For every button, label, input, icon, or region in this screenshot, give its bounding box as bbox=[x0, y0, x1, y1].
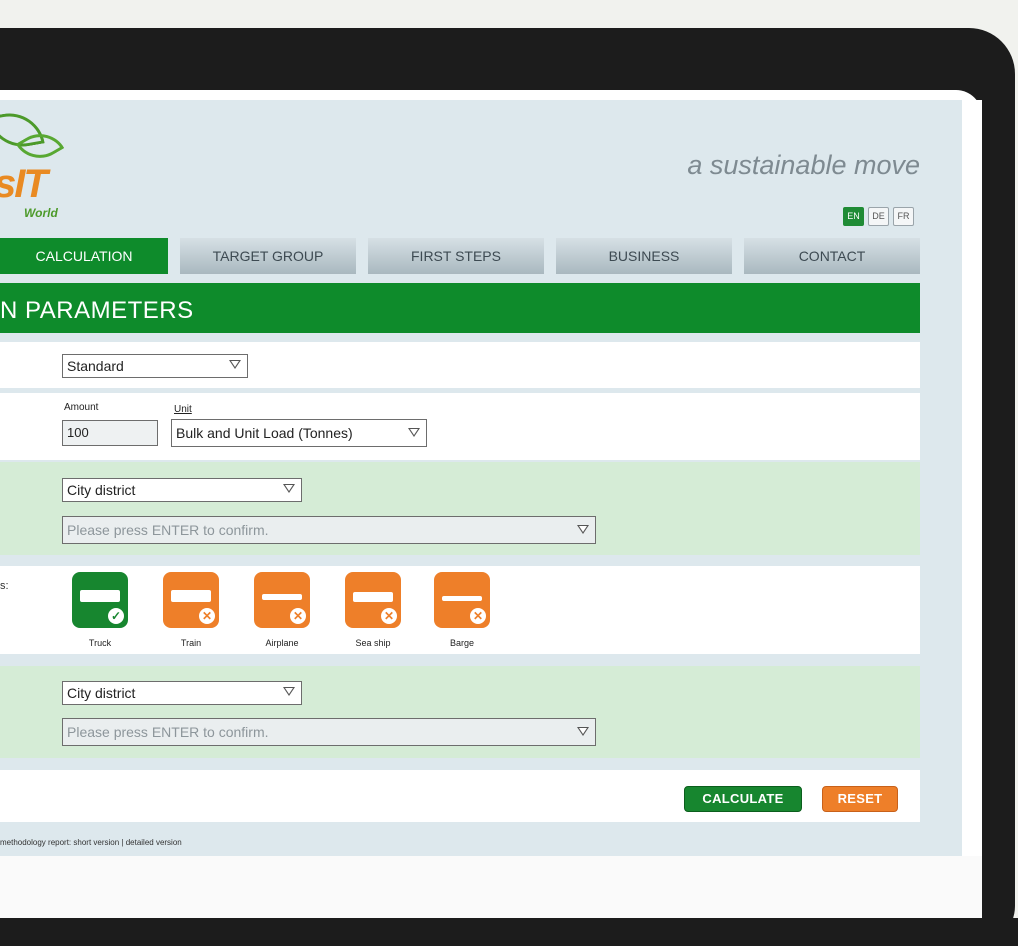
destination-type-value: City district bbox=[67, 685, 136, 701]
destination-location-select[interactable]: Please press ENTER to confirm. bbox=[62, 718, 596, 746]
mode-barge[interactable]: ✕ bbox=[434, 572, 490, 628]
destination-type-select[interactable]: City district bbox=[62, 681, 302, 705]
unit-select-value: Bulk and Unit Load (Tonnes) bbox=[176, 425, 353, 441]
sea-ship-icon bbox=[353, 592, 393, 602]
destination-location-placeholder: Please press ENTER to confirm. bbox=[67, 724, 269, 740]
calculate-button[interactable]: CALCULATE bbox=[684, 786, 802, 812]
screen-bottom bbox=[0, 856, 982, 918]
barge-icon bbox=[442, 596, 482, 601]
origin-type-select[interactable]: City district bbox=[62, 478, 302, 502]
mode-label-sea-ship: Sea ship bbox=[355, 638, 391, 648]
language-de[interactable]: DE bbox=[868, 207, 889, 226]
tab-first-steps[interactable]: FIRST STEPS bbox=[368, 238, 544, 274]
bezel-bottom bbox=[0, 918, 1018, 946]
logo-subtext: World bbox=[24, 206, 58, 220]
mode-truck[interactable]: ✓ bbox=[72, 572, 128, 628]
chevron-down-icon bbox=[283, 484, 295, 493]
section-title: N PARAMETERS bbox=[0, 297, 194, 324]
x-icon: ✕ bbox=[470, 608, 486, 624]
tagline: a sustainable move bbox=[687, 150, 920, 180]
amount-input[interactable]: 100 bbox=[62, 420, 158, 446]
mode-label-barge: Barge bbox=[449, 638, 475, 648]
tab-business[interactable]: BUSINESS bbox=[556, 238, 732, 274]
origin-location-placeholder: Please press ENTER to confirm. bbox=[67, 522, 269, 538]
chevron-down-icon bbox=[229, 360, 241, 369]
mode-label-truck: Truck bbox=[88, 638, 112, 648]
origin-location-select[interactable]: Please press ENTER to confirm. bbox=[62, 516, 596, 544]
amount-label: Amount bbox=[64, 402, 99, 413]
origin-type-value: City district bbox=[67, 482, 136, 498]
check-icon: ✓ bbox=[108, 608, 124, 624]
tab-contact[interactable]: CONTACT bbox=[744, 238, 920, 274]
truck-icon bbox=[80, 590, 120, 602]
mode-label-airplane: Airplane bbox=[265, 638, 299, 648]
chevron-down-icon bbox=[408, 428, 420, 437]
x-icon: ✕ bbox=[199, 608, 215, 624]
airplane-icon bbox=[262, 594, 302, 600]
screen-margin bbox=[962, 100, 982, 856]
x-icon: ✕ bbox=[381, 608, 397, 624]
mode-sea-ship[interactable]: ✕ bbox=[345, 572, 401, 628]
mode-select[interactable]: Standard bbox=[62, 354, 248, 378]
chevron-down-icon bbox=[283, 687, 295, 696]
transport-label: s: bbox=[0, 580, 9, 592]
tab-calculation[interactable]: CALCULATION bbox=[0, 238, 168, 274]
chevron-down-icon bbox=[577, 525, 589, 534]
mode-train[interactable]: ✕ bbox=[163, 572, 219, 628]
language-en[interactable]: EN bbox=[843, 207, 864, 226]
unit-select[interactable]: Bulk and Unit Load (Tonnes) bbox=[171, 419, 427, 447]
language-switcher: EN DE FR bbox=[843, 207, 914, 226]
train-icon bbox=[171, 590, 211, 602]
logo-text: sIT bbox=[0, 162, 48, 206]
reset-button[interactable]: RESET bbox=[822, 786, 898, 812]
main-nav: CALCULATION TARGET GROUP FIRST STEPS BUS… bbox=[0, 238, 920, 274]
footer-links[interactable]: methodology report: short version | deta… bbox=[0, 838, 182, 847]
unit-label[interactable]: Unit bbox=[174, 404, 192, 415]
mode-airplane[interactable]: ✕ bbox=[254, 572, 310, 628]
website: sIT World a sustainable move EN DE FR CA… bbox=[0, 0, 1018, 946]
mode-select-value: Standard bbox=[67, 358, 124, 374]
x-icon: ✕ bbox=[290, 608, 306, 624]
tab-target-group[interactable]: TARGET GROUP bbox=[180, 238, 356, 274]
mode-label-train: Train bbox=[180, 638, 202, 648]
chevron-down-icon bbox=[577, 727, 589, 736]
language-fr[interactable]: FR bbox=[893, 207, 914, 226]
